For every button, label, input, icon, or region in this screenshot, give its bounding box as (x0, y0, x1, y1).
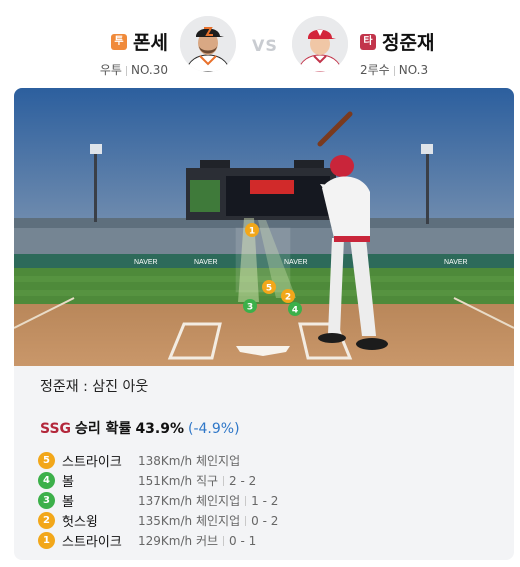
pitch-type: 체인지업 (195, 513, 241, 528)
pitch-number-badge: 2 (38, 511, 55, 529)
win-probability: SSG 승리 확률 43.9% (-4.9%) (40, 418, 240, 438)
pitch-result: 스트라이크 (62, 534, 122, 550)
player-photo-icon (292, 16, 348, 72)
scoreboard (186, 160, 336, 220)
pitch-result: 볼 (62, 494, 74, 510)
pitch-speed: 137Km/h (138, 493, 193, 508)
at-bat-result: 정준재 : 삼진 아웃 (40, 379, 149, 395)
pitch-row: 5 스트라이크 138Km/h 체인지업 (38, 450, 498, 470)
pitch-count: 1 - 2 (251, 493, 279, 508)
pitch-row: 4 볼 151Km/h 직구 2 - 2 (38, 470, 498, 490)
win-prob-team: SSG (40, 421, 72, 437)
pitch-count: 2 - 2 (229, 473, 257, 488)
batter-avatar[interactable] (292, 16, 348, 72)
pitch-speed: 129Km/h (138, 533, 193, 548)
pitch-speed: 151Km/h (138, 473, 193, 488)
batter-info: 타 정준재 2루수 NO.3 (360, 28, 434, 78)
vs-label: VS (252, 36, 278, 55)
pitch-row: 1 스트라이크 129Km/h 커브 0 - 1 (38, 530, 498, 550)
wall-ad: NAVER (194, 259, 218, 266)
batter-role-badge: 타 (360, 33, 376, 50)
batter-position: 2루수 (360, 63, 390, 77)
pitch-marker[interactable]: 4 (288, 302, 302, 316)
pitcher-role-badge: 투 (111, 33, 128, 50)
pitch-type: 체인지업 (195, 493, 241, 508)
svg-text:4: 4 (292, 306, 298, 316)
at-bat-card: NAVER NAVER NAVER NAVER 1 2 3 4 5 정준재: … (14, 88, 514, 560)
pitch-number-badge: 4 (38, 471, 55, 489)
pitch-marker[interactable]: 2 (281, 289, 295, 303)
matchup-header: 투 폰세 우투 NO.30 VS 타 정준재 2루수 NO.3 (0, 0, 520, 88)
pitcher-avatar[interactable] (180, 16, 236, 72)
pitch-count: 0 - 1 (229, 533, 257, 548)
pitch-marker[interactable]: 5 (262, 280, 276, 294)
pitch-result: 스트라이크 (62, 454, 122, 470)
pitch-location-view: NAVER NAVER NAVER NAVER 1 2 3 4 5 (14, 88, 514, 366)
svg-text:3: 3 (247, 303, 253, 313)
pitch-list: 5 스트라이크 138Km/h 체인지업 4 볼 151Km/h 직구 2 - 2… (38, 450, 498, 550)
pitcher-name[interactable]: 폰세 (133, 28, 168, 55)
svg-text:1: 1 (249, 227, 255, 237)
pitch-row: 3 볼 137Km/h 체인지업 1 - 2 (38, 490, 498, 510)
pitch-number-badge: 5 (38, 451, 55, 469)
batter-name[interactable]: 정준재 (382, 28, 434, 55)
pitch-number-badge: 1 (38, 531, 55, 549)
pitch-speed: 138Km/h (138, 453, 193, 468)
pitch-marker[interactable]: 1 (245, 223, 259, 237)
pitcher-number: NO.30 (130, 63, 168, 77)
pitch-result: 볼 (62, 474, 74, 490)
pitch-row: 2 헛스윙 135Km/h 체인지업 0 - 2 (38, 510, 498, 530)
svg-text:2: 2 (285, 293, 291, 303)
win-prob-delta: (-4.9%) (188, 421, 240, 437)
player-photo-icon (180, 16, 236, 72)
wall-ad: NAVER (134, 259, 158, 266)
wall-ad: NAVER (444, 259, 468, 266)
pitch-type: 체인지업 (195, 453, 241, 468)
pitch-type: 커브 (195, 533, 219, 548)
svg-text:5: 5 (266, 284, 272, 294)
batter-number: NO.3 (398, 63, 429, 77)
pitch-count: 0 - 2 (251, 513, 279, 528)
pitch-result: 헛스윙 (62, 514, 98, 530)
pitcher-position: 우투 (99, 63, 122, 77)
win-prob-value: 43.9% (135, 421, 185, 437)
pitch-marker[interactable]: 3 (243, 299, 257, 313)
pitcher-info: 투 폰세 우투 NO.30 (100, 28, 168, 78)
win-prob-label: 승리 확률 (75, 421, 132, 437)
pitch-type: 직구 (195, 473, 219, 488)
pitch-speed: 135Km/h (138, 513, 193, 528)
pitch-number-badge: 3 (38, 491, 55, 509)
